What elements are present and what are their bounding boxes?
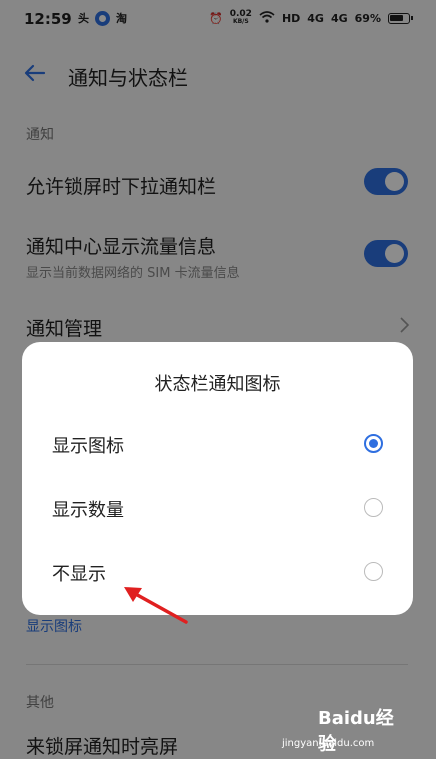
radio-unselected-icon[interactable] bbox=[364, 562, 383, 581]
radio-selected-icon[interactable] bbox=[364, 434, 383, 453]
option-label: 显示数量 bbox=[52, 500, 124, 521]
option-label: 显示图标 bbox=[52, 436, 124, 457]
option-show-count[interactable]: 显示数量 bbox=[22, 478, 413, 538]
radio-unselected-icon[interactable] bbox=[364, 498, 383, 517]
option-hide[interactable]: 不显示 bbox=[22, 542, 413, 602]
red-arrow-icon bbox=[124, 587, 188, 624]
dialog-title: 状态栏通知图标 bbox=[154, 374, 281, 395]
baidu-watermark: Baidu经验 jingyan.baidu.com bbox=[282, 704, 410, 755]
watermark-url: jingyan.baidu.com bbox=[282, 738, 375, 749]
option-show-icon[interactable]: 显示图标 bbox=[22, 414, 413, 474]
status-bar-icon-dialog: 状态栏通知图标 显示图标 显示数量 不显示 bbox=[22, 342, 413, 615]
option-label: 不显示 bbox=[52, 564, 106, 585]
